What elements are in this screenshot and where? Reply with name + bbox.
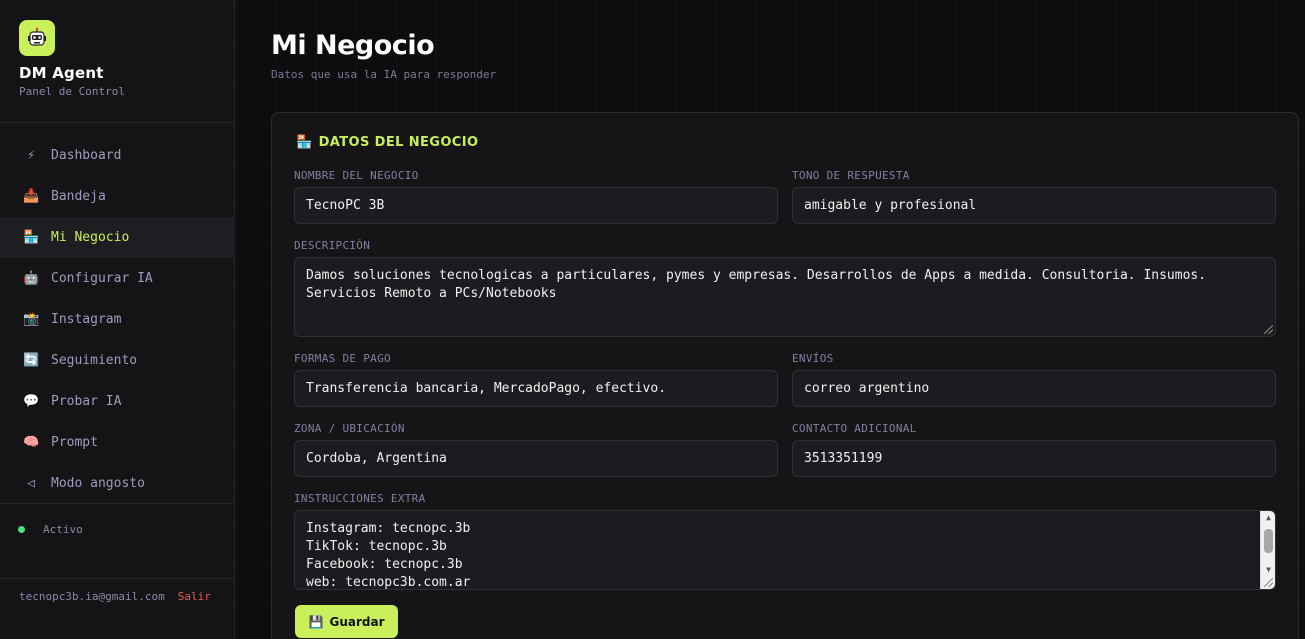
brand: DM Agent Panel de Control — [0, 0, 234, 123]
sidebar: DM Agent Panel de Control ⚡ Dashboard 📥 … — [0, 0, 235, 639]
sidebar-item-label: Instagram — [51, 312, 122, 327]
inbox-icon: 📥 — [23, 189, 40, 204]
logout-link[interactable]: Salir — [178, 590, 211, 603]
location-label: ZONA / UBICACIÓN — [294, 422, 405, 435]
scroll-up-icon[interactable]: ▲ — [1261, 511, 1275, 525]
scroll-thumb[interactable] — [1264, 529, 1273, 553]
sidebar-item-instagram[interactable]: 📸 Instagram — [0, 299, 235, 340]
sidebar-item-configurar-ia[interactable]: 🤖 Configurar IA — [0, 258, 235, 299]
brain-icon: 🧠 — [23, 435, 40, 450]
chat-icon: 💬 — [23, 394, 40, 409]
sidebar-item-dashboard[interactable]: ⚡ Dashboard — [0, 135, 235, 176]
section-title-label: DATOS DEL NEGOCIO — [318, 135, 479, 150]
business-name-label: NOMBRE DEL NEGOCIO — [294, 169, 419, 182]
status-indicator: Activo — [18, 523, 83, 536]
sidebar-divider — [0, 578, 235, 579]
robot-icon: 🤖 — [23, 271, 40, 286]
tone-input[interactable]: amigable y profesional — [792, 187, 1276, 224]
contact-input[interactable]: 3513351199 — [792, 440, 1276, 477]
scroll-down-icon[interactable]: ▼ — [1261, 563, 1275, 577]
contact-label: CONTACTO ADICIONAL — [792, 422, 917, 435]
sidebar-item-label: Mi Negocio — [51, 230, 130, 245]
sidebar-footer: tecnopc3b.ia@gmail.com Salir — [19, 590, 211, 603]
sidebar-item-probar-ia[interactable]: 💬 Probar IA — [0, 381, 235, 422]
sidebar-item-label: Bandeja — [51, 189, 106, 204]
collapse-arrow-icon: ◁ — [27, 476, 35, 491]
tone-label: TONO DE RESPUESTA — [792, 169, 910, 182]
instructions-line: TikTok: tecnopc.3b — [306, 539, 447, 554]
store-icon: 🏪 — [23, 230, 40, 245]
extra-instructions-label: INSTRUCCIONES EXTRA — [294, 492, 426, 505]
sidebar-item-label: Probar IA — [51, 394, 122, 409]
refresh-icon: 🔄 — [23, 353, 40, 368]
description-textarea[interactable]: Damos soluciones tecnologicas a particul… — [294, 257, 1276, 337]
store-icon: 🏪 — [296, 135, 313, 150]
resize-handle-icon[interactable] — [1264, 578, 1273, 587]
description-line: Damos soluciones tecnologicas a particul… — [306, 268, 1207, 283]
sidebar-item-label: Seguimiento — [51, 353, 138, 368]
lightning-icon: ⚡ — [27, 148, 35, 163]
instructions-line: Instagram: tecnopc.3b — [306, 521, 471, 536]
business-data-card: 🏪 DATOS DEL NEGOCIO NOMBRE DEL NEGOCIO T… — [271, 112, 1299, 639]
sidebar-item-bandeja[interactable]: 📥 Bandeja — [0, 176, 235, 217]
description-line: Servicios Remoto a PCs/Notebooks — [306, 286, 557, 301]
section-title: 🏪 DATOS DEL NEGOCIO — [296, 135, 478, 150]
sidebar-item-label: Modo angosto — [51, 476, 145, 491]
sidebar-item-mi-negocio[interactable]: 🏪 Mi Negocio — [0, 217, 235, 258]
extra-instructions-textarea[interactable]: Instagram: tecnopc.3b TikTok: tecnopc.3b… — [294, 510, 1276, 590]
business-name-input[interactable]: TecnoPC 3B — [294, 187, 778, 224]
save-button-label: Guardar — [329, 614, 385, 629]
main-content: Mi Negocio Datos que usa la IA para resp… — [236, 0, 1305, 639]
status-dot-icon — [18, 526, 25, 533]
brand-subtitle: Panel de Control — [19, 85, 125, 98]
user-email: tecnopc3b.ia@gmail.com — [19, 590, 165, 603]
page-subtitle: Datos que usa la IA para responder — [271, 68, 497, 81]
payment-methods-label: FORMAS DE PAGO — [294, 352, 391, 365]
sidebar-item-label: Prompt — [51, 435, 98, 450]
sidebar-item-label: Configurar IA — [51, 271, 153, 286]
instructions-line: Facebook: tecnopc.3b — [306, 557, 463, 572]
save-button[interactable]: 💾 Guardar — [295, 605, 398, 638]
shipping-label: ENVÍOS — [792, 352, 834, 365]
robot-icon — [19, 20, 55, 56]
sidebar-item-label: Dashboard — [51, 148, 122, 163]
description-label: DESCRIPCIÓN — [294, 239, 371, 252]
location-input[interactable]: Cordoba, Argentina — [294, 440, 778, 477]
sidebar-divider — [0, 503, 235, 504]
sidebar-item-modo-angosto[interactable]: ◁ Modo angosto — [0, 463, 235, 504]
page-title: Mi Negocio — [271, 30, 435, 61]
status-label: Activo — [43, 523, 83, 536]
brand-title: DM Agent — [19, 64, 104, 82]
sidebar-item-prompt[interactable]: 🧠 Prompt — [0, 422, 235, 463]
payment-methods-input[interactable]: Transferencia bancaria, MercadoPago, efe… — [294, 370, 778, 407]
camera-icon: 📸 — [23, 312, 40, 327]
instructions-line: web: tecnopc3b.com.ar — [306, 575, 471, 590]
floppy-disk-icon: 💾 — [308, 614, 324, 629]
sidebar-nav: ⚡ Dashboard 📥 Bandeja 🏪 Mi Negocio 🤖 Con… — [0, 135, 235, 504]
resize-handle-icon[interactable] — [1264, 325, 1273, 334]
sidebar-item-seguimiento[interactable]: 🔄 Seguimiento — [0, 340, 235, 381]
shipping-input[interactable]: correo argentino — [792, 370, 1276, 407]
